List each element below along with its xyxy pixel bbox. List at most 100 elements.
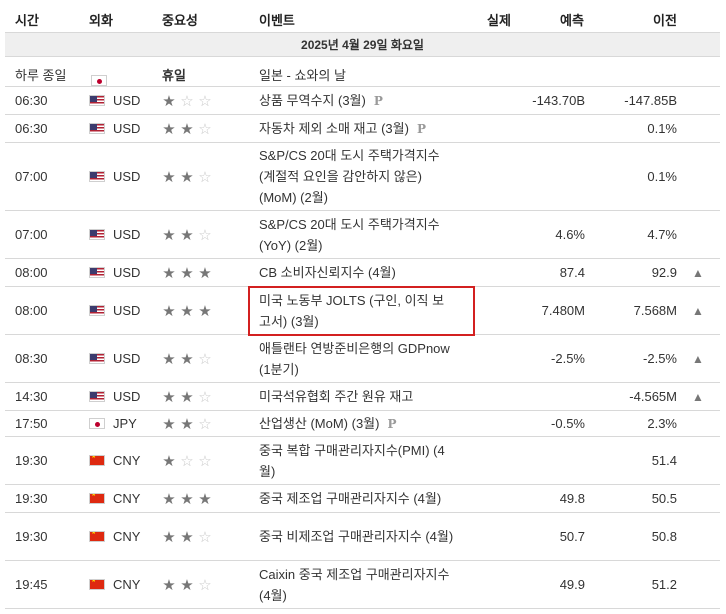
star-filled-icon: ★ [162,527,176,546]
table-row[interactable]: 08:30 USD ★ ★ ☆ 애틀랜타 연방준비은행의 GDPnow (1분기) -2.5… [5,335,720,383]
event-title[interactable]: 미국석유협회 주간 원유 재고 [259,389,413,404]
flag-icon [89,383,107,410]
event-title[interactable]: Caixin 중국 제조업 구매관리자지수 (4월) [259,567,449,603]
table-row[interactable]: 19:30CNY★★☆중국 비제조업 구매관리자지수 (4월)50.750.8 [5,513,720,561]
forecast-value: 49.9 [559,577,585,592]
preliminary-icon: P [416,121,426,136]
flag-icon [89,143,107,210]
event-title[interactable]: 중국 비제조업 구매관리자지수 (4월) [259,529,453,544]
event-title[interactable]: S&P/CS 20대 도시 주택가격지수 (YoY) (2월) [259,217,440,253]
importance-stars: ★ ★ ☆ [160,211,230,258]
forecast-value [515,115,585,142]
actual-value [457,335,513,382]
event-title[interactable]: S&P/CS 20대 도시 주택가격지수 (계절적 요인을 감안하지 않은) (… [259,148,440,205]
star-filled-icon: ★ [198,263,212,282]
star-empty-icon: ☆ [198,575,212,594]
event-title[interactable]: 상품 무역수지 (3월) [259,93,366,108]
header-previous: 이전 [653,13,677,28]
star-filled-icon: ★ [180,119,194,138]
star-empty-icon: ☆ [198,225,212,244]
star-filled-icon: ★ [180,387,194,406]
star-empty-icon: ☆ [198,451,212,470]
event-name[interactable]: Caixin 중국 제조업 구매관리자지수 (4월) [259,561,455,608]
event-title[interactable]: 자동차 제외 소매 재고 (3월) [259,121,409,136]
event-time: 07:00 [15,227,48,242]
table-row[interactable]: 19:30CNY★★★중국 제조업 구매관리자지수 (4월)49.850.5 [5,485,720,513]
event-name[interactable]: CB 소비자신뢰지수 (4월) [259,259,455,286]
importance-stars: ★ ★ ☆ [160,411,230,436]
forecast-value: -143.70B [532,93,585,108]
event-name[interactable]: 상품 무역수지 (3월) P [259,87,455,114]
star-empty-icon: ☆ [198,119,212,138]
star-filled-icon: ★ [162,167,176,186]
event-name[interactable]: 산업생산 (MoM) (3월) P [259,411,455,436]
star-filled-icon: ★ [180,414,194,433]
table-row[interactable]: 08:00 USD ★ ★ ★ CB 소비자신뢰지수 (4월) 87.4 92.9 ▲ [5,259,720,287]
event-name[interactable]: 중국 복합 구매관리자지수(PMI) (4월) [259,437,455,484]
event-name[interactable]: 미국석유협회 주간 원유 재고 [259,383,455,410]
event-time: 08:00 [15,303,48,318]
importance-stars: ★ ★ ☆ [160,513,230,560]
event-title[interactable]: CB 소비자신뢰지수 (4월) [259,265,396,280]
header-forecast: 예측 [560,13,584,28]
currency-code: USD [113,169,141,184]
table-row[interactable]: 17:50 JPY ★ ★ ☆ 산업생산 (MoM) (3월) P -0.5% 2.3% [5,411,720,437]
actual-value [457,513,513,560]
table-row[interactable]: 06:30 USD ★ ☆ ☆ 상품 무역수지 (3월) P -143.70B -147.85B [5,87,720,115]
event-title[interactable]: 중국 복합 구매관리자지수(PMI) (4월) [259,443,445,479]
currency-code: USD [113,303,141,318]
flag-icon [89,513,107,560]
importance-stars: ★ ★ ☆ [160,115,230,142]
bell-icon[interactable]: ▲ [691,383,705,410]
table-row[interactable]: 14:30 USD ★ ★ ☆ 미국석유협회 주간 원유 재고 -4.565M ▲ [5,383,720,411]
table-row[interactable]: 07:00 USD ★ ★ ☆ S&P/CS 20대 도시 주택가격지수 (계절적 요인을… [5,143,720,211]
table-row[interactable]: 19:45CNY★★☆Caixin 중국 제조업 구매관리자지수 (4월)49.… [5,561,720,609]
table-row[interactable]: 19:30CNY★☆☆중국 복합 구매관리자지수(PMI) (4월)51.4 [5,437,720,485]
date-header: 2025년 4월 29일 화요일 [5,33,720,57]
table-row[interactable]: 06:30 USD ★ ★ ☆ 자동차 제외 소매 재고 (3월) P 0.1% [5,115,720,143]
event-name[interactable]: 자동차 제외 소매 재고 (3월) P [259,115,455,142]
star-empty-icon: ☆ [198,527,212,546]
event-title[interactable]: 애틀랜타 연방준비은행의 GDPnow (1분기) [259,341,450,377]
currency-code: USD [113,121,141,136]
importance-stars: ★ ★ ☆ [160,383,230,410]
event-name[interactable]: S&P/CS 20대 도시 주택가격지수 (YoY) (2월) [259,211,455,258]
event-name[interactable]: S&P/CS 20대 도시 주택가격지수 (계절적 요인을 감안하지 않은) (… [259,143,455,210]
previous-value: 50.5 [651,491,677,506]
currency-code: JPY [113,416,137,431]
event-title[interactable]: 산업생산 (MoM) (3월) [259,416,379,431]
flag-icon [89,87,107,114]
bell-icon[interactable]: ▲ [691,335,705,382]
star-filled-icon: ★ [162,91,176,110]
event-name[interactable]: 애틀랜타 연방준비은행의 GDPnow (1분기) [259,335,455,382]
star-filled-icon: ★ [162,225,176,244]
star-empty-icon: ☆ [198,167,212,186]
star-filled-icon: ★ [198,489,212,508]
previous-value: 50.8 [651,529,677,544]
previous-value: 4.7% [647,227,677,242]
event-name[interactable]: 중국 비제조업 구매관리자지수 (4월) [259,513,455,560]
currency-code: USD [113,389,141,404]
previous-value: -2.5% [643,351,677,366]
currency-code: CNY [113,577,141,592]
bell-icon[interactable]: ▲ [691,287,705,334]
header-actual: 실제 [487,13,511,28]
previous-value: 51.4 [651,453,677,468]
flag-icon [89,335,107,382]
importance-stars: ★ ★ ★ [160,259,230,286]
currency-code: CNY [113,529,141,544]
previous-value: 92.9 [651,265,677,280]
event-time: 08:00 [15,265,48,280]
star-empty-icon: ☆ [198,414,212,433]
bell-icon[interactable]: ▲ [691,259,705,286]
holiday-time: 하루 종일 [15,68,67,83]
flag-icon [89,259,107,286]
star-empty-icon: ☆ [198,349,212,368]
event-name[interactable]: 중국 제조업 구매관리자지수 (4월) [259,485,455,512]
star-filled-icon: ★ [162,301,176,320]
event-time: 06:30 [15,93,48,108]
flag-icon [89,561,107,608]
table-row[interactable]: 07:00 USD ★ ★ ☆ S&P/CS 20대 도시 주택가격지수 (YoY) (2… [5,211,720,259]
forecast-value: 50.7 [559,529,585,544]
event-title[interactable]: 중국 제조업 구매관리자지수 (4월) [259,491,441,506]
